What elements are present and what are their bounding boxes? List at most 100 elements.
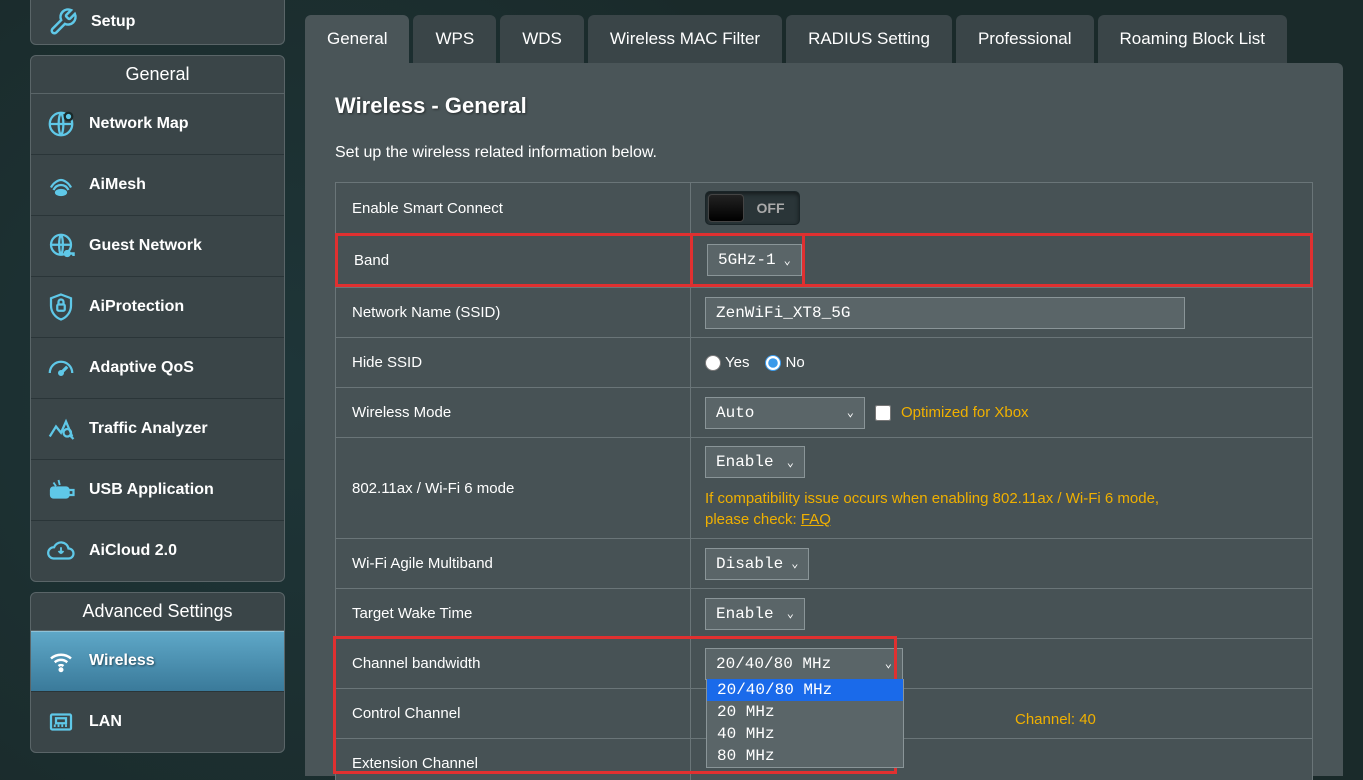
sidebar-item-usb-application[interactable]: USB Application	[31, 460, 284, 521]
sidebar-item-label: LAN	[89, 713, 122, 731]
usb-icon	[43, 474, 79, 506]
sidebar-item-traffic-analyzer[interactable]: Traffic Analyzer	[31, 399, 284, 460]
sidebar-item-network-map[interactable]: Network Map	[31, 94, 284, 155]
row-smart-connect: Enable Smart Connect OFF	[335, 182, 1313, 233]
chevron-down-icon: ⌄	[787, 455, 794, 470]
select-wifi6[interactable]: Enable ⌄	[705, 446, 805, 478]
settings-form: Enable Smart Connect OFF Band 5GHz-1 ⌄	[335, 182, 1313, 780]
sidebar-item-guest-network[interactable]: Guest Network	[31, 216, 284, 277]
gauge-icon	[43, 352, 79, 384]
sidebar-item-lan[interactable]: LAN	[31, 692, 284, 752]
dropdown-option[interactable]: 80 MHz	[707, 745, 903, 767]
tab-wps[interactable]: WPS	[413, 15, 496, 63]
radio-input-no[interactable]	[765, 355, 781, 371]
chevron-down-icon: ⌄	[784, 253, 791, 268]
tab-radius[interactable]: RADIUS Setting	[786, 15, 952, 63]
chevron-down-icon: ⌄	[847, 405, 854, 420]
radio-hide-ssid-yes[interactable]: Yes	[705, 354, 749, 371]
select-value: 20/40/80 MHz	[716, 655, 831, 673]
label-ssid: Network Name (SSID)	[336, 288, 691, 337]
sidebar-item-label: AiCloud 2.0	[89, 542, 177, 560]
row-agile: Wi-Fi Agile Multiband Disable ⌄	[335, 538, 1313, 588]
toggle-state: OFF	[744, 200, 797, 216]
tab-mac-filter[interactable]: Wireless MAC Filter	[588, 15, 782, 63]
label-wireless-mode: Wireless Mode	[336, 388, 691, 437]
sidebar-general-group: General Network Map AiMesh Guest Network	[30, 55, 285, 582]
sidebar-item-label: AiMesh	[89, 176, 146, 194]
row-twt: Target Wake Time Enable ⌄	[335, 588, 1313, 638]
radio-label: No	[785, 354, 804, 371]
ethernet-icon	[43, 706, 79, 738]
label-band: Band	[338, 236, 693, 284]
tabs: General WPS WDS Wireless MAC Filter RADI…	[305, 15, 1343, 63]
sidebar-item-aimesh[interactable]: AiMesh	[31, 155, 284, 216]
dropdown-option[interactable]: 20/40/80 MHz	[707, 679, 903, 701]
label-hide-ssid: Hide SSID	[336, 338, 691, 387]
panel-description: Set up the wireless related information …	[335, 144, 1313, 162]
toggle-knob	[708, 194, 744, 222]
sidebar-item-adaptive-qos[interactable]: Adaptive QoS	[31, 338, 284, 399]
select-band[interactable]: 5GHz-1 ⌄	[707, 244, 802, 276]
sidebar: Setup General Network Map AiMesh G	[30, 0, 285, 780]
sidebar-item-label: Guest Network	[89, 237, 202, 255]
sidebar-item-aiprotection[interactable]: AiProtection	[31, 277, 284, 338]
chevron-down-icon: ⌄	[791, 556, 798, 571]
settings-panel: Wireless - General Set up the wireless r…	[305, 63, 1343, 776]
radio-label: Yes	[725, 354, 749, 371]
row-band: Band 5GHz-1 ⌄	[335, 233, 1313, 287]
select-value: Enable	[716, 453, 774, 471]
label-twt: Target Wake Time	[336, 589, 691, 638]
sidebar-item-label: Traffic Analyzer	[89, 420, 208, 438]
wrench-icon	[45, 6, 81, 38]
select-value: Disable	[716, 555, 783, 573]
globe-pin-icon	[43, 108, 79, 140]
tab-professional[interactable]: Professional	[956, 15, 1094, 63]
tab-general[interactable]: General	[305, 15, 409, 63]
chevron-down-icon: ⌄	[787, 606, 794, 621]
select-value: Enable	[716, 605, 774, 623]
shield-lock-icon	[43, 291, 79, 323]
select-wireless-mode[interactable]: Auto ⌄	[705, 397, 865, 429]
sidebar-item-setup[interactable]: Setup	[30, 0, 285, 45]
label-control-channel: Control Channel	[336, 689, 691, 738]
select-value: Auto	[716, 404, 754, 422]
input-ssid[interactable]	[705, 297, 1185, 329]
hint-text: Channel: 40	[1015, 711, 1096, 728]
row-wifi6: 802.11ax / Wi-Fi 6 mode Enable ⌄ If comp…	[335, 437, 1313, 538]
row-ssid: Network Name (SSID)	[335, 287, 1313, 337]
chevron-down-icon: ⌄	[885, 656, 892, 671]
analytics-icon	[43, 413, 79, 445]
hint-control-channel: Channel: 40	[1015, 709, 1096, 730]
dropdown-channel-bandwidth: 20/40/80 MHz 20 MHz 40 MHz 80 MHz	[706, 679, 904, 768]
sidebar-item-label: Adaptive QoS	[89, 359, 194, 377]
dropdown-option[interactable]: 40 MHz	[707, 723, 903, 745]
sidebar-item-label: Setup	[91, 13, 135, 31]
sidebar-item-wireless[interactable]: Wireless	[31, 631, 284, 692]
dropdown-option[interactable]: 20 MHz	[707, 701, 903, 723]
tab-wds[interactable]: WDS	[500, 15, 584, 63]
checkbox-xbox[interactable]	[875, 405, 891, 421]
wifi-icon	[43, 645, 79, 677]
link-faq[interactable]: FAQ	[801, 511, 831, 528]
select-twt[interactable]: Enable ⌄	[705, 598, 805, 630]
sidebar-item-aicloud[interactable]: AiCloud 2.0	[31, 521, 284, 581]
label-smart-connect: Enable Smart Connect	[336, 183, 691, 233]
toggle-smart-connect[interactable]: OFF	[705, 191, 800, 225]
sidebar-item-label: Wireless	[89, 652, 155, 670]
hint-text-pre: If compatibility issue occurs when enabl…	[705, 490, 1159, 528]
select-channel-bandwidth[interactable]: 20/40/80 MHz ⌄ 20/40/80 MHz 20 MHz 40 MH…	[705, 648, 903, 680]
sidebar-item-label: Network Map	[89, 115, 189, 133]
radio-input-yes[interactable]	[705, 355, 721, 371]
radio-hide-ssid-no[interactable]: No	[765, 354, 804, 371]
label-wifi6: 802.11ax / Wi-Fi 6 mode	[336, 438, 691, 538]
main-content: General WPS WDS Wireless MAC Filter RADI…	[285, 0, 1363, 780]
row-channel-bandwidth: Channel bandwidth 20/40/80 MHz ⌄ 20/40/8…	[335, 638, 1313, 688]
sidebar-group-title-general: General	[31, 56, 284, 94]
sidebar-advanced-group: Advanced Settings Wireless LAN	[30, 592, 285, 753]
label-agile: Wi-Fi Agile Multiband	[336, 539, 691, 588]
cloud-icon	[43, 535, 79, 567]
select-agile[interactable]: Disable ⌄	[705, 548, 809, 580]
label-extension-channel: Extension Channel	[336, 739, 691, 780]
hint-wifi6: If compatibility issue occurs when enabl…	[705, 488, 1205, 530]
tab-roaming-block[interactable]: Roaming Block List	[1098, 15, 1288, 63]
